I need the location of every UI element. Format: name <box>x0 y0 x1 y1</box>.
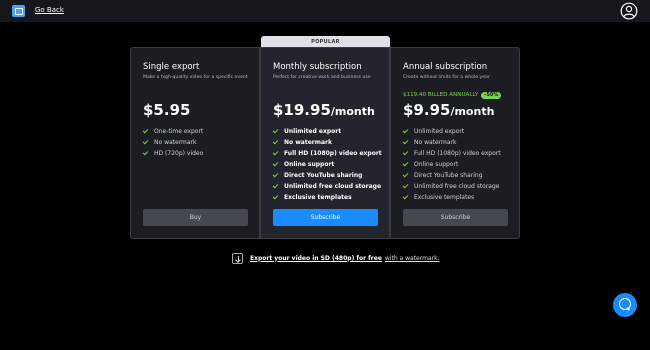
free-export-note: with a watermark. <box>384 254 440 262</box>
check-icon <box>402 171 409 178</box>
feature-item: Direct YouTube sharing <box>402 170 501 181</box>
go-back-link[interactable]: Go Back <box>35 6 64 14</box>
check-icon <box>272 182 279 189</box>
check-icon <box>272 193 279 200</box>
plan-title: Monthly subscription <box>273 62 362 72</box>
check-icon <box>272 149 279 156</box>
download-icon <box>232 252 243 264</box>
feature-item: Online support <box>272 159 382 170</box>
feature-item: One-time export <box>142 126 203 137</box>
feature-item: Unlimited free cloud storage <box>402 181 501 192</box>
check-icon <box>402 127 409 134</box>
plan-subtitle: Create without limits for a whole year <box>403 75 490 80</box>
plan-card-single: Single export Make a high-quality video … <box>130 47 260 239</box>
check-icon <box>272 171 279 178</box>
subscribe-monthly-button[interactable]: Subscribe <box>273 209 378 226</box>
app-logo-icon[interactable] <box>12 5 25 17</box>
check-icon <box>402 138 409 145</box>
check-icon <box>272 160 279 167</box>
feature-list: Unlimited export No watermark Full HD (1… <box>402 126 501 203</box>
feature-list: One-time export No watermark HD (720p) v… <box>142 126 203 159</box>
free-export-link[interactable]: Export your video in SD (480p) for free <box>250 255 382 262</box>
check-icon <box>402 149 409 156</box>
check-icon <box>142 149 149 156</box>
plan-title: Single export <box>143 62 200 72</box>
billed-annually-note: $119.40 BILLED ANNUALLY -50% <box>403 92 502 99</box>
feature-item: Full HD (1080p) video export <box>402 148 501 159</box>
check-icon <box>402 182 409 189</box>
plan-card-annual: Annual subscription Create without limit… <box>390 47 520 239</box>
plan-title: Annual subscription <box>403 62 488 72</box>
feature-item: Exclusive templates <box>272 192 382 203</box>
feature-item: No watermark <box>272 137 382 148</box>
feature-item: Unlimited export <box>272 126 382 137</box>
check-icon <box>142 138 149 145</box>
check-icon <box>402 193 409 200</box>
feature-item: Direct YouTube sharing <box>272 170 382 181</box>
check-icon <box>272 138 279 145</box>
top-bar: Go Back <box>0 0 650 22</box>
feature-list: Unlimited export No watermark Full HD (1… <box>272 126 382 203</box>
feature-item: Online support <box>402 159 501 170</box>
feature-item: Unlimited export <box>402 126 501 137</box>
check-icon <box>402 160 409 167</box>
feature-item: Unlimited free cloud storage <box>272 181 382 192</box>
feature-item: No watermark <box>142 137 203 148</box>
plan-subtitle: Make a high-quality video for a specific… <box>143 75 248 80</box>
plan-price: $9.95/month <box>403 101 495 119</box>
free-export-row: Export your video in SD (480p) for free … <box>232 252 439 264</box>
feature-item: Full HD (1080p) video export <box>272 148 382 159</box>
feature-item: HD (720p) video <box>142 148 203 159</box>
discount-badge: -50% <box>481 92 502 99</box>
plan-price: $19.95/month <box>273 101 375 119</box>
check-icon <box>272 127 279 134</box>
feature-item: No watermark <box>402 137 501 148</box>
plan-card-monthly: Monthly subscription Perfect for creativ… <box>260 47 390 239</box>
subscribe-annual-button[interactable]: Subscribe <box>403 209 508 226</box>
buy-button[interactable]: Buy <box>143 209 248 226</box>
feature-item: Exclusive templates <box>402 192 501 203</box>
check-icon <box>142 127 149 134</box>
account-icon[interactable] <box>620 2 638 20</box>
help-chat-icon[interactable] <box>613 293 637 317</box>
plan-subtitle: Perfect for creative work and business u… <box>273 75 371 80</box>
plan-price: $5.95 <box>143 101 191 119</box>
